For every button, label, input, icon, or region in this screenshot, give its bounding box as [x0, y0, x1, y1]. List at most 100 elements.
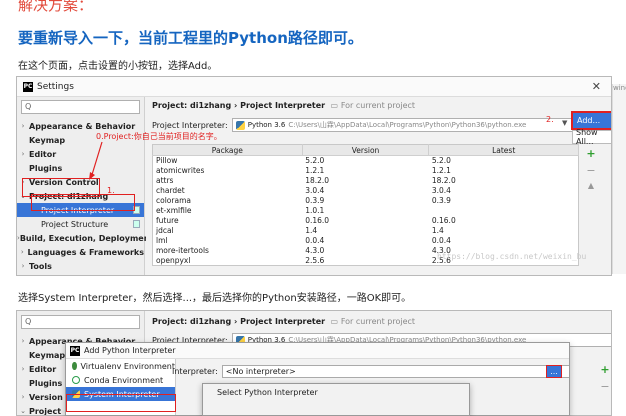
- add-package-button[interactable]: +: [598, 363, 611, 376]
- table-cell-latest: 1.4: [431, 226, 444, 235]
- column-header-package[interactable]: Package: [152, 144, 303, 156]
- dialog-interpreter-row: Interpreter: <No interpreter> ▾: [172, 365, 569, 378]
- table-row[interactable]: chardet 3.0.4 3.0.4: [153, 186, 579, 196]
- table-row[interactable]: lml 0.0.4 0.0.4: [153, 236, 579, 246]
- chevron-right-icon: ›: [21, 262, 25, 270]
- browse-interpreter-button[interactable]: ...: [546, 365, 562, 378]
- dialog-titlebar: PC Add Python Interpreter: [66, 343, 569, 359]
- table-cell-latest: 1.2.1: [431, 166, 451, 175]
- table-cell-package: colorama: [156, 196, 191, 205]
- chevron-down-icon[interactable]: ▼: [562, 119, 567, 127]
- instruction-text-1: 在这个页面，点击设置的小按钮，选择Add。: [18, 61, 218, 72]
- remove-package-button[interactable]: −: [598, 380, 611, 393]
- dialog-interpreter-select[interactable]: <No interpreter> ▾: [221, 365, 569, 378]
- table-row[interactable]: atomicwrites 1.2.1 1.2.1: [153, 166, 579, 176]
- table-cell-latest: 0.0.4: [431, 236, 451, 245]
- chevron-right-icon: ›: [21, 337, 25, 345]
- table-row[interactable]: colorama 0.3.9 0.3.9: [153, 196, 579, 206]
- sidebar-item-tools[interactable]: › Tools: [17, 259, 144, 273]
- chevron-right-icon: ›: [21, 365, 25, 373]
- annotation-project-hint: 0.Project:你自己当前项目的名字。: [96, 132, 222, 141]
- annotation-arrow: [89, 141, 103, 180]
- table-cell-package: lml: [156, 236, 168, 245]
- settings-content: Project: di1zhang › Project Interpreter …: [146, 97, 611, 275]
- interpreter-label: Project Interpreter:: [152, 120, 228, 130]
- main-instruction-heading: 要重新导入一下，当前工程里的Python路径即可。: [18, 29, 363, 47]
- window-title: Settings: [37, 81, 74, 92]
- table-cell-version: 1.4: [305, 226, 318, 235]
- select-python-interpreter-dialog: Select Python Interpreter: [202, 383, 470, 416]
- table-cell-version: 18.2.0: [305, 176, 330, 185]
- table-cell-version: 0.0.4: [305, 236, 325, 245]
- table-cell-version: 0.3.9: [305, 196, 325, 205]
- package-table: Package Version Latest Pillow 5.2.0 5.2.0 a…: [152, 144, 579, 266]
- highlight-box-project-interpreter: [31, 194, 135, 211]
- virtualenv-icon: [72, 362, 77, 370]
- column-header-version[interactable]: Version: [302, 144, 430, 156]
- table-cell-version: 1.0.1: [305, 206, 325, 215]
- table-cell-latest: [429, 206, 579, 216]
- table-cell-version: 4.3.0: [305, 246, 325, 255]
- breadcrumb-2: Project: di1zhang › Project Interpreter …: [152, 317, 416, 326]
- table-cell-version: 0.16.0: [305, 216, 330, 225]
- settings-search-input[interactable]: Q: [21, 100, 140, 114]
- env-item-virtualenv[interactable]: Virtualenv Environment: [66, 359, 175, 373]
- scope-icon: ▭: [327, 317, 339, 326]
- table-cell-package: more-itertools: [156, 246, 209, 255]
- annotation-step-1: 1.: [107, 186, 115, 195]
- column-header-latest[interactable]: Latest: [428, 144, 579, 156]
- package-toolbar-2: + −: [598, 363, 611, 393]
- sidebar-item-languages[interactable]: › Languages & Frameworks: [17, 245, 144, 259]
- pycharm-logo-icon: PC: [70, 345, 80, 356]
- interpreter-row: Project Interpreter: Python 3.6 C:\Users…: [152, 118, 611, 132]
- table-cell-package: et-xmlfile: [156, 206, 192, 215]
- table-row[interactable]: future 0.16.0 0.16.0: [153, 216, 579, 226]
- table-cell-package: attrs: [156, 176, 174, 185]
- sidebar-item-project-structure[interactable]: Project Structure: [17, 217, 144, 231]
- sidebar-item-build[interactable]: › Build, Execution, Deployment: [17, 231, 153, 245]
- table-row[interactable]: attrs 18.2.0 18.2.0: [153, 176, 579, 186]
- table-cell-latest: 0.3.9: [431, 196, 451, 205]
- table-row[interactable]: jdcal 1.4 1.4: [153, 226, 579, 236]
- pycharm-logo-icon: PC: [23, 81, 33, 92]
- highlight-box-system-interpreter: [66, 394, 176, 412]
- upgrade-package-button[interactable]: ▲: [584, 181, 598, 190]
- table-cell-version: 3.0.4: [305, 186, 325, 195]
- copy-icon: [133, 220, 140, 228]
- chevron-right-icon: ›: [21, 150, 25, 158]
- table-cell-latest: 5.2.0: [431, 156, 451, 166]
- table-cell-package: openpyxl: [156, 255, 191, 265]
- table-cell-package: future: [156, 216, 179, 225]
- table-row[interactable]: et-xmlfile 1.0.1: [153, 206, 579, 216]
- table-cell-version: 5.2.0: [305, 156, 325, 166]
- table-cell-latest: 18.2.0: [431, 176, 456, 185]
- table-cell-package: chardet: [156, 186, 185, 195]
- interpreter-select[interactable]: Python 3.6 C:\Users\山霖\AppData\Local\Pro…: [231, 118, 611, 132]
- sidebar-item-editor[interactable]: › Editor: [17, 147, 144, 161]
- close-icon[interactable]: ✕: [592, 80, 601, 93]
- settings-window: PC Settings ✕ Q › Appearance & Behavior K…: [16, 76, 612, 276]
- remove-package-button[interactable]: −: [584, 164, 598, 177]
- chevron-right-icon: ›: [21, 393, 25, 401]
- window-titlebar: PC Settings ✕: [17, 77, 611, 97]
- settings-search-input-2[interactable]: Q: [21, 315, 140, 329]
- table-cell-version: 1.2.1: [305, 166, 325, 175]
- instruction-text-2: 选择System Interpreter，然后选择...，最后选择你的Pytho…: [18, 293, 412, 304]
- add-package-button[interactable]: +: [584, 147, 598, 160]
- table-cell-package: Pillow: [156, 156, 178, 166]
- sidebar-item-plugins[interactable]: Plugins: [17, 161, 144, 175]
- table-cell-version: 2.5.6: [305, 255, 325, 265]
- chevron-right-icon: ›: [20, 248, 24, 256]
- table-cell-package: jdcal: [156, 226, 174, 235]
- table-cell-latest: 3.0.4: [431, 186, 451, 195]
- annotation-step-2: 2.: [546, 115, 554, 124]
- table-cell-package: atomicwrites: [156, 166, 205, 175]
- show-all-menu-item[interactable]: Show All...: [572, 128, 611, 146]
- env-item-conda[interactable]: Conda Environment: [66, 373, 175, 387]
- conda-icon: [72, 376, 80, 384]
- table-row[interactable]: Pillow 5.2.0 5.2.0: [153, 156, 579, 166]
- python-icon: [235, 120, 245, 130]
- scope-icon: ▭: [327, 101, 339, 110]
- background-window-fragment: windo: [612, 84, 626, 274]
- table-cell-latest: 0.16.0: [431, 216, 456, 225]
